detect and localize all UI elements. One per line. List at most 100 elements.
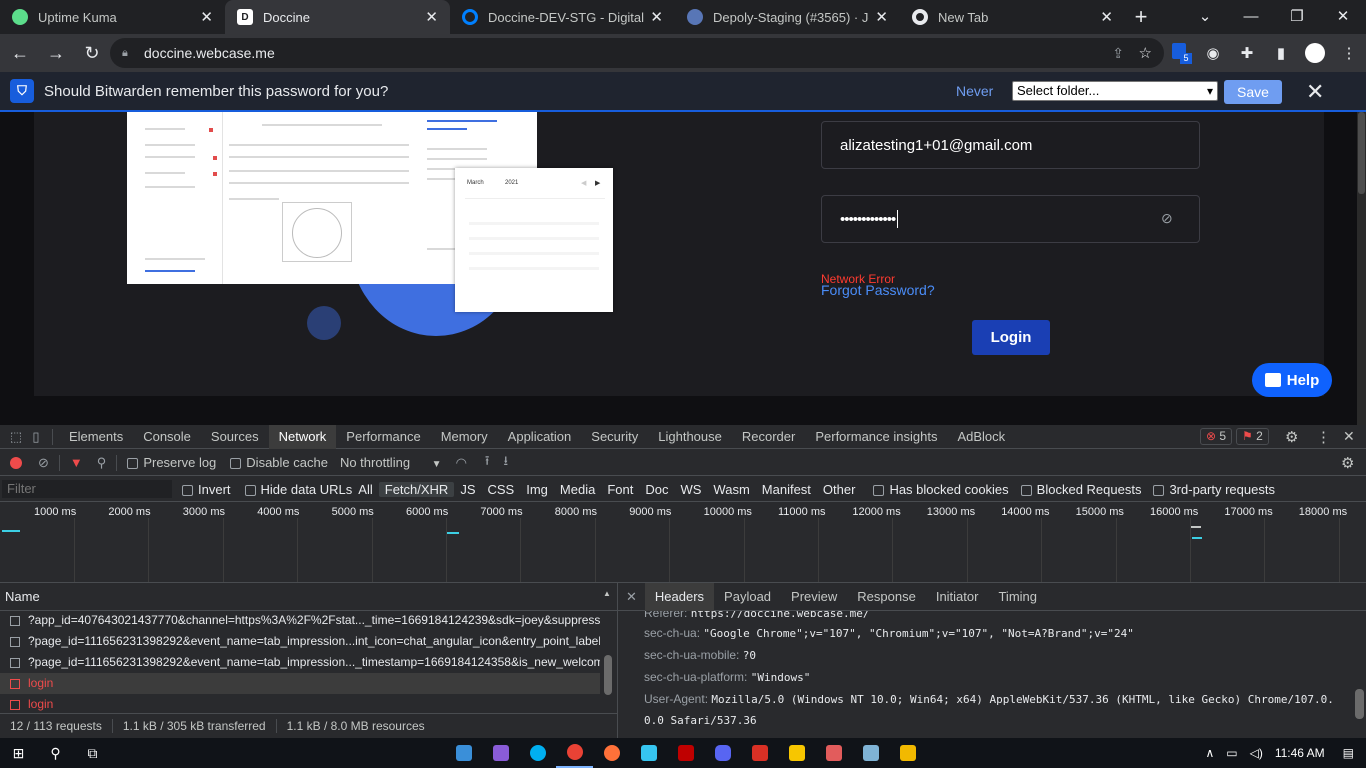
- tab-security[interactable]: Security: [581, 425, 648, 449]
- tab-performance[interactable]: Performance: [336, 425, 430, 449]
- device-toolbar-icon[interactable]: ▯: [26, 429, 46, 445]
- close-icon[interactable]: ✕: [1100, 8, 1113, 26]
- notifications-icon[interactable]: ▤: [1343, 746, 1354, 760]
- incognito-extension-icon[interactable]: ◉: [1196, 44, 1230, 62]
- tab-lighthouse[interactable]: Lighthouse: [648, 425, 732, 449]
- tab-application[interactable]: Application: [498, 425, 582, 449]
- tab-payload[interactable]: Payload: [714, 583, 781, 611]
- filter-type-all[interactable]: All: [352, 482, 378, 497]
- password-field[interactable]: ••••••••••••• ⊘: [821, 195, 1200, 243]
- extensions-puzzle-icon[interactable]: ✚: [1230, 44, 1264, 62]
- filter-type-manifest[interactable]: Manifest: [756, 482, 817, 497]
- close-icon[interactable]: ✕: [1306, 79, 1324, 105]
- filter-type-other[interactable]: Other: [817, 482, 862, 497]
- windows-start-icon[interactable]: ⊞: [0, 738, 37, 768]
- login-button[interactable]: Login: [972, 320, 1050, 355]
- record-icon[interactable]: [10, 456, 22, 469]
- tab-search-icon[interactable]: ⌄: [1182, 0, 1228, 32]
- sort-up-icon[interactable]: ▲: [603, 589, 611, 598]
- import-har-icon[interactable]: ⭱: [485, 452, 490, 474]
- export-har-icon[interactable]: ⭳: [503, 452, 508, 474]
- never-button[interactable]: Never: [956, 83, 993, 99]
- warning-count-badge[interactable]: ⚑ 2: [1236, 428, 1269, 445]
- close-icon[interactable]: ✕: [650, 8, 663, 26]
- network-settings-gear-icon[interactable]: ⚙: [1341, 454, 1354, 472]
- forgot-password-link[interactable]: Forgot Password?: [821, 282, 935, 298]
- request-row[interactable]: ?page_id=111656231398292&event_name=tab_…: [0, 652, 600, 673]
- tab-timing[interactable]: Timing: [988, 583, 1047, 611]
- error-count-badge[interactable]: ⊗ 5: [1200, 428, 1233, 445]
- visual-studio-icon[interactable]: [482, 738, 519, 768]
- hide-data-urls-checkbox[interactable]: Hide data URLs: [244, 482, 352, 497]
- app-icon[interactable]: [852, 738, 889, 768]
- help-button[interactable]: Help: [1252, 363, 1332, 397]
- network-conditions-icon[interactable]: ◠: [456, 455, 467, 471]
- tab-digitalocean[interactable]: Doccine-DEV-STG - DigitalOc ✕: [450, 0, 675, 34]
- invert-checkbox[interactable]: Invert: [182, 482, 231, 497]
- window-close-icon[interactable]: ✕: [1320, 0, 1366, 32]
- tab-performance-insights[interactable]: Performance insights: [805, 425, 947, 449]
- tab-network[interactable]: Network: [268, 424, 337, 449]
- chrome-taskbar-icon[interactable]: [556, 738, 593, 768]
- tab-initiator[interactable]: Initiator: [926, 583, 989, 611]
- blocked-requests-checkbox[interactable]: Blocked Requests: [1020, 482, 1141, 497]
- inspect-element-icon[interactable]: ⬚: [6, 429, 26, 445]
- discord-icon[interactable]: [704, 738, 741, 768]
- bookmark-star-icon[interactable]: ☆: [1139, 44, 1152, 62]
- profile-avatar-icon[interactable]: [1298, 43, 1332, 63]
- tab-new-tab[interactable]: New Tab ✕: [900, 0, 1125, 34]
- filter-type-ws[interactable]: WS: [674, 482, 707, 497]
- network-timeline-overview[interactable]: 1000 ms 2000 ms 3000 ms 4000 ms 5000 ms 6000 …: [0, 502, 1366, 583]
- tab-doccine[interactable]: D Doccine ✕: [225, 0, 450, 34]
- side-panel-icon[interactable]: ▮: [1264, 44, 1298, 62]
- filter-input[interactable]: [2, 480, 172, 498]
- filter-type-wasm[interactable]: Wasm: [707, 482, 755, 497]
- close-devtools-icon[interactable]: ✕: [1343, 428, 1355, 445]
- bitwarden-extension-icon[interactable]: 5: [1162, 43, 1196, 64]
- tab-memory[interactable]: Memory: [431, 425, 498, 449]
- clock[interactable]: 11:46 AM: [1275, 746, 1325, 760]
- blocked-cookies-checkbox[interactable]: Has blocked cookies: [873, 482, 1009, 497]
- filter-type-img[interactable]: Img: [520, 482, 554, 497]
- tab-console[interactable]: Console: [133, 425, 201, 449]
- page-scrollbar[interactable]: [1357, 112, 1366, 425]
- filter-type-fetch-xhr[interactable]: Fetch/XHR: [378, 481, 455, 497]
- email-field[interactable]: alizatesting1+01@gmail.com: [821, 121, 1200, 169]
- close-icon[interactable]: ✕: [200, 8, 213, 26]
- third-party-checkbox[interactable]: 3rd-party requests: [1153, 482, 1275, 497]
- tab-preview[interactable]: Preview: [781, 583, 847, 611]
- file-explorer-icon[interactable]: [889, 738, 926, 768]
- skype-icon[interactable]: [519, 738, 556, 768]
- request-row[interactable]: ?app_id=407643021437770&channel=https%3A…: [0, 610, 600, 631]
- name-column-header[interactable]: Name: [0, 583, 617, 611]
- network-icon[interactable]: ▭: [1226, 746, 1237, 760]
- reload-icon[interactable]: ↻: [76, 37, 108, 69]
- clear-icon[interactable]: ⊘: [38, 455, 49, 471]
- show-hidden-icons[interactable]: ∧: [1205, 746, 1214, 760]
- address-bar[interactable]: 🔒︎ doccine.webcase.me ⇪ ☆: [110, 38, 1164, 68]
- sticky-notes-icon[interactable]: [778, 738, 815, 768]
- tab-sources[interactable]: Sources: [201, 425, 269, 449]
- tab-response[interactable]: Response: [847, 583, 926, 611]
- slack-icon[interactable]: [630, 738, 667, 768]
- hide-password-icon[interactable]: ⊘: [1161, 210, 1181, 228]
- chrome-menu-icon[interactable]: ⋮: [1332, 44, 1366, 62]
- app-icon[interactable]: [741, 738, 778, 768]
- settings-gear-icon[interactable]: ⚙: [1285, 428, 1298, 446]
- close-icon[interactable]: ✕: [875, 8, 888, 26]
- filter-type-css[interactable]: CSS: [482, 482, 521, 497]
- filter-type-doc[interactable]: Doc: [639, 482, 674, 497]
- app-icon[interactable]: [815, 738, 852, 768]
- forward-icon[interactable]: →: [40, 37, 72, 69]
- tab-headers[interactable]: Headers: [644, 582, 715, 611]
- request-row-login-failed[interactable]: login: [0, 694, 600, 715]
- new-tab-button[interactable]: +: [1125, 0, 1157, 34]
- volume-icon[interactable]: ◁): [1250, 746, 1263, 760]
- request-row-login-failed[interactable]: login: [0, 673, 600, 694]
- share-icon[interactable]: ⇪: [1112, 45, 1124, 62]
- disable-cache-checkbox[interactable]: Disable cache: [230, 455, 328, 470]
- tab-adblock[interactable]: AdBlock: [947, 425, 1015, 449]
- filter-type-js[interactable]: JS: [454, 482, 481, 497]
- search-icon[interactable]: ⚲: [97, 455, 107, 471]
- request-row[interactable]: ?page_id=111656231398292&event_name=tab_…: [0, 631, 600, 652]
